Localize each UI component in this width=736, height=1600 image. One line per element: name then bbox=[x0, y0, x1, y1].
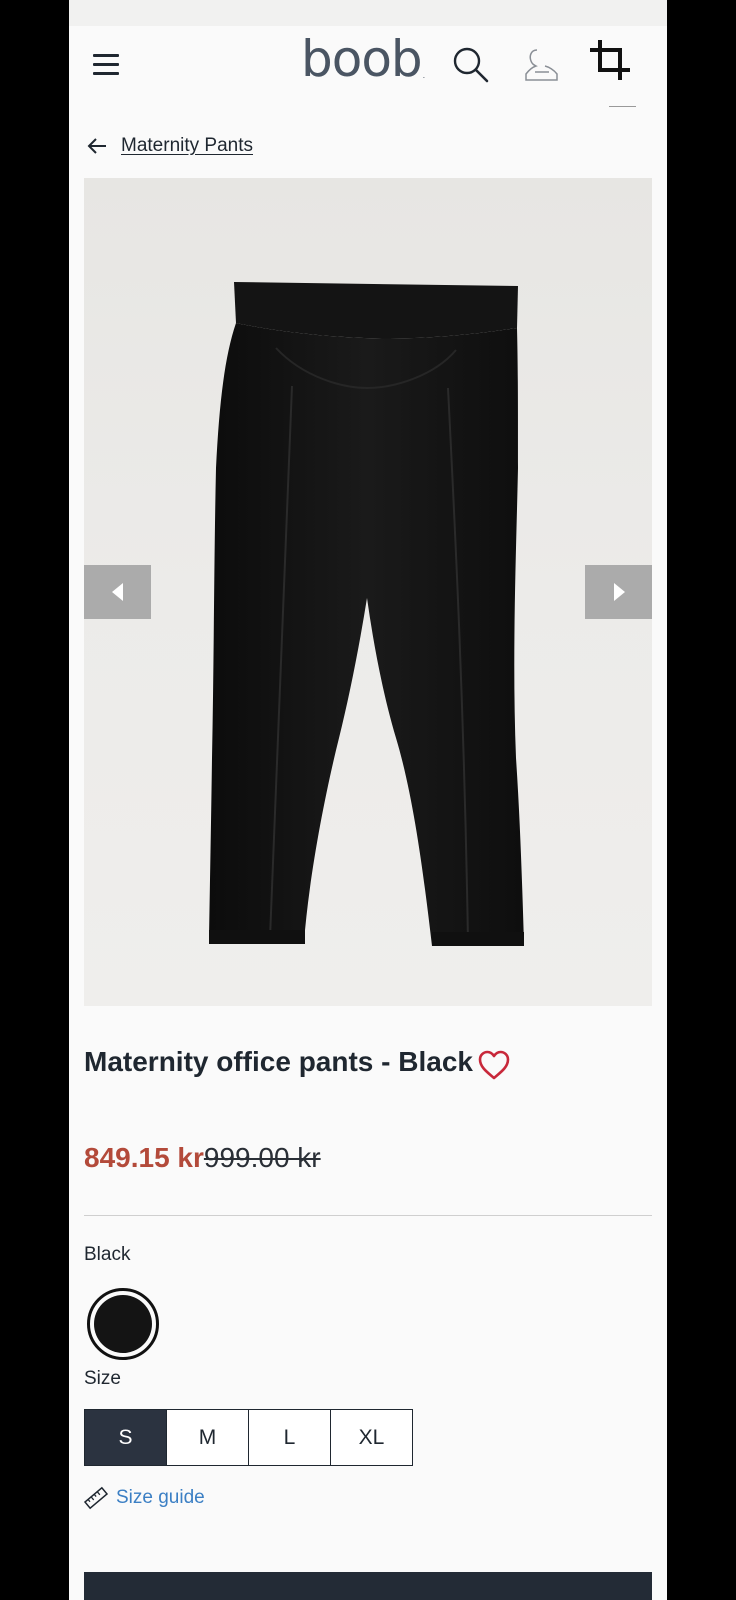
user-icon bbox=[525, 49, 558, 81]
site-header: boob. bbox=[69, 26, 667, 107]
size-selector: S M L XL bbox=[84, 1409, 413, 1466]
ruler-icon bbox=[84, 1486, 108, 1510]
size-option-m[interactable]: M bbox=[166, 1409, 249, 1466]
product-image bbox=[209, 282, 524, 946]
product-title: Maternity office pants - Black bbox=[84, 1046, 473, 1077]
heart-icon bbox=[478, 1050, 510, 1080]
size-option-s[interactable]: S bbox=[84, 1409, 167, 1466]
sale-price: 849.15 kr bbox=[84, 1142, 204, 1173]
status-strip bbox=[69, 0, 667, 26]
search-button[interactable] bbox=[452, 46, 490, 84]
product-gallery[interactable] bbox=[84, 178, 652, 1006]
size-label: Size bbox=[84, 1368, 121, 1389]
divider bbox=[609, 106, 636, 107]
chevron-left-icon bbox=[111, 583, 123, 601]
menu-button[interactable] bbox=[93, 54, 119, 76]
product-title-row: Maternity office pants - Black bbox=[84, 1040, 652, 1090]
breadcrumb-link[interactable]: Maternity Pants bbox=[121, 135, 253, 157]
color-swatch-black[interactable] bbox=[87, 1288, 159, 1360]
color-swatch-fill bbox=[94, 1295, 152, 1353]
divider bbox=[84, 1215, 652, 1216]
account-button[interactable] bbox=[521, 46, 561, 86]
original-price: 999.00 kr bbox=[203, 1142, 321, 1173]
size-option-l[interactable]: L bbox=[248, 1409, 331, 1466]
hamburger-icon-line bbox=[93, 72, 119, 75]
add-to-cart-button[interactable] bbox=[84, 1572, 652, 1600]
crop-icon bbox=[590, 40, 630, 80]
wishlist-button[interactable] bbox=[477, 1049, 511, 1081]
arrow-left-icon bbox=[87, 138, 106, 154]
logo-text: boob bbox=[301, 30, 423, 88]
logo[interactable]: boob. bbox=[301, 34, 425, 84]
size-option-xl[interactable]: XL bbox=[330, 1409, 413, 1466]
product-page: boob. Maternity Pants Maternity office p… bbox=[69, 0, 667, 1600]
crop-button[interactable] bbox=[586, 36, 636, 86]
breadcrumb[interactable]: Maternity Pants bbox=[85, 128, 253, 164]
search-icon bbox=[453, 47, 489, 83]
gallery-prev-button[interactable] bbox=[84, 565, 151, 619]
chevron-right-icon bbox=[613, 583, 625, 601]
logo-mark: . bbox=[422, 71, 425, 80]
gallery-next-button[interactable] bbox=[585, 565, 652, 619]
size-guide-text: Size guide bbox=[116, 1487, 205, 1508]
hamburger-icon-line bbox=[93, 63, 119, 66]
price-row: 849.15 kr 999.00 kr bbox=[84, 1142, 321, 1174]
color-label: Black bbox=[84, 1244, 131, 1265]
size-guide-link[interactable]: Size guide bbox=[84, 1486, 205, 1510]
hamburger-icon-line bbox=[93, 54, 119, 57]
